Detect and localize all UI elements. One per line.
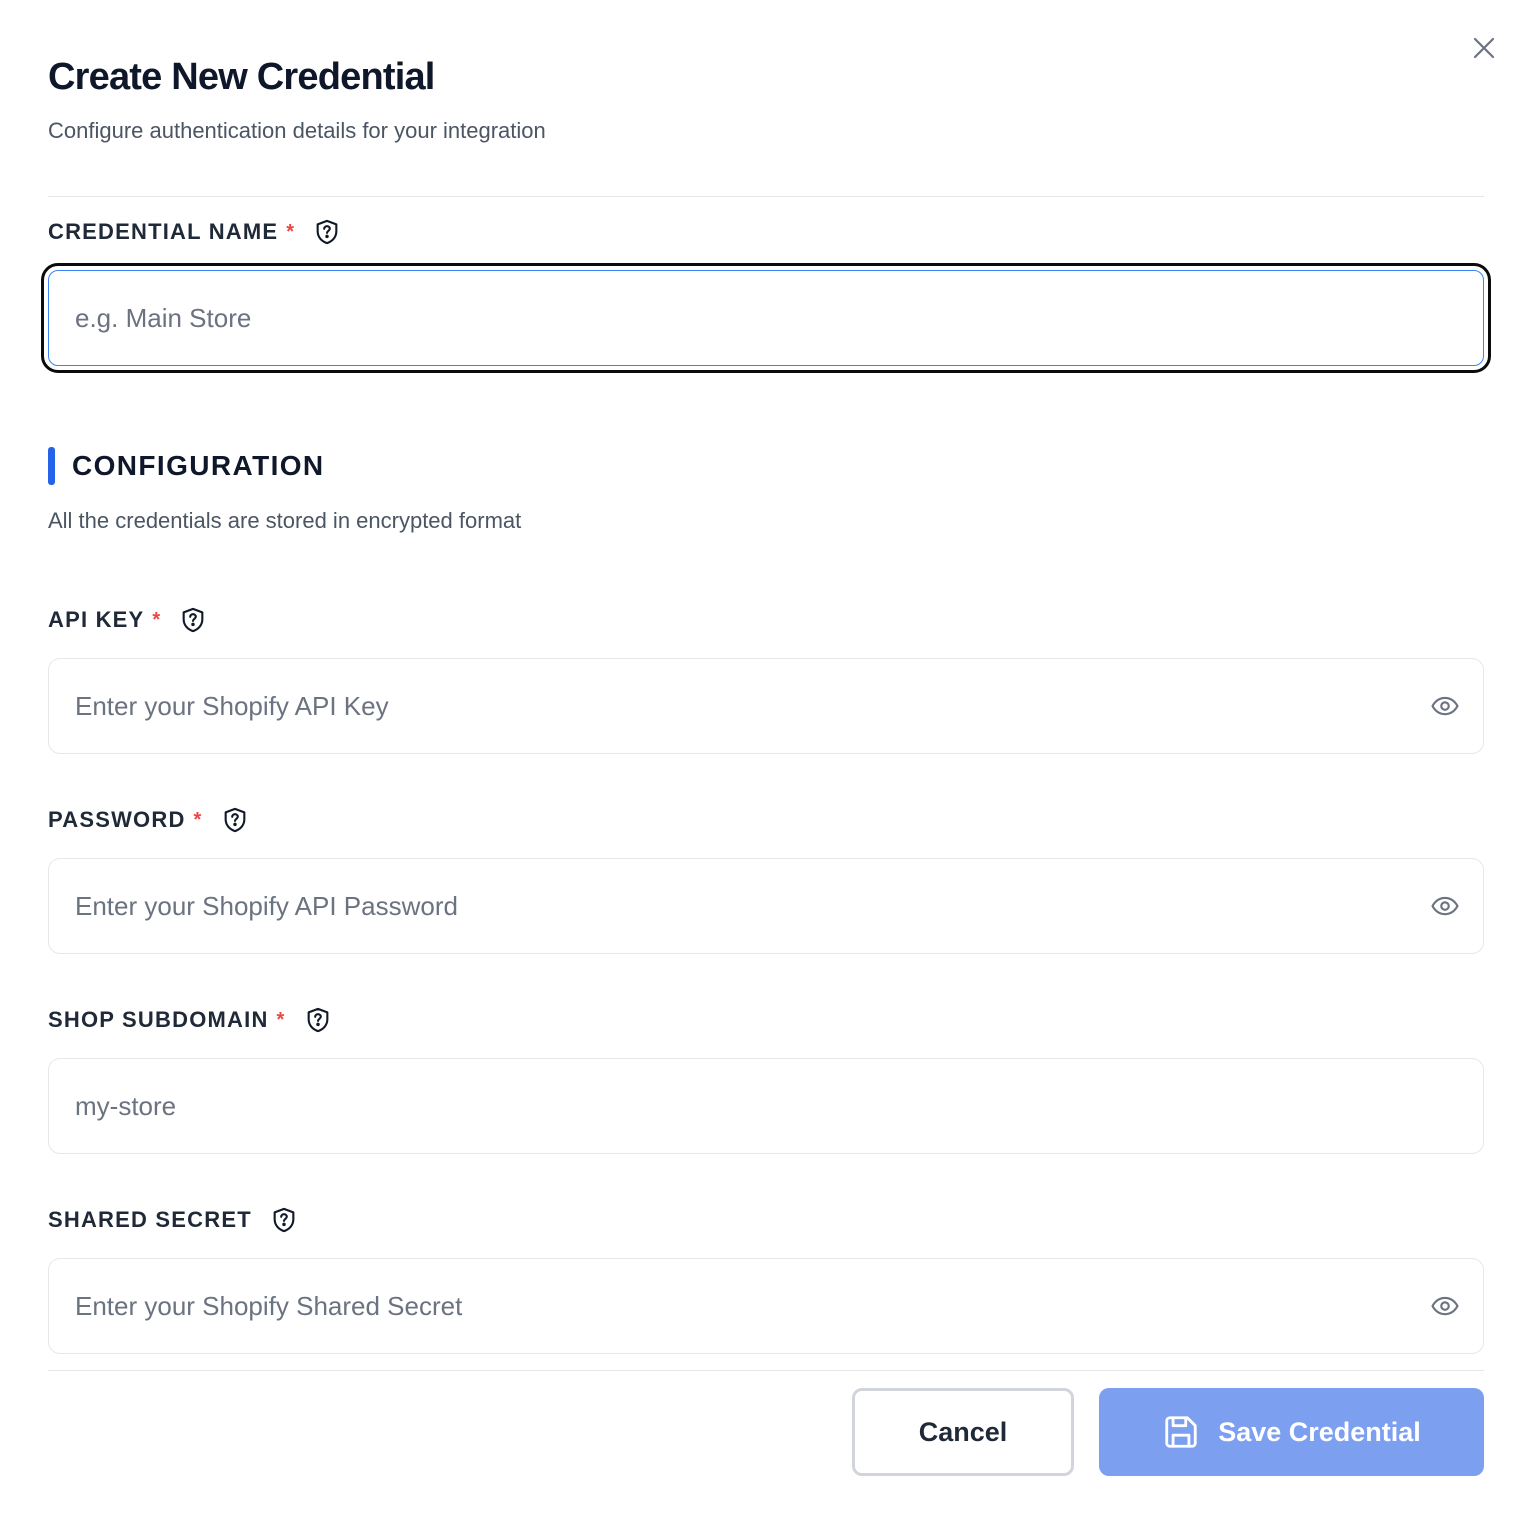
eye-icon[interactable] — [1429, 1290, 1461, 1322]
shared-secret-input-wrapper — [48, 1258, 1484, 1354]
save-credential-button[interactable]: Save Credential — [1099, 1388, 1484, 1476]
shop-subdomain-label-text: SHOP SUBDOMAIN — [48, 1007, 269, 1032]
shop-subdomain-input[interactable] — [49, 1059, 1483, 1153]
save-icon — [1162, 1413, 1200, 1451]
password-label: PASSWORD * — [48, 804, 249, 836]
shop-subdomain-input-wrapper — [48, 1058, 1484, 1154]
api-key-label-text: API KEY — [48, 607, 145, 632]
configuration-description: All the credentials are stored in encryp… — [48, 508, 522, 533]
close-button[interactable] — [1466, 30, 1502, 66]
credential-name-input[interactable] — [49, 271, 1483, 365]
shield-help-icon[interactable] — [304, 1006, 332, 1034]
shared-secret-input[interactable] — [49, 1259, 1483, 1353]
configuration-header: CONFIGURATION — [48, 447, 325, 485]
shared-secret-label: SHARED SECRET — [48, 1204, 298, 1236]
shared-secret-label-text: SHARED SECRET — [48, 1207, 252, 1232]
api-key-input[interactable] — [49, 659, 1483, 753]
credential-name-label: CREDENTIAL NAME * — [48, 216, 341, 248]
required-marker: * — [193, 808, 203, 831]
required-marker: * — [152, 608, 162, 631]
configuration-title: CONFIGURATION — [72, 450, 325, 481]
eye-icon[interactable] — [1429, 690, 1461, 722]
shield-help-icon[interactable] — [313, 218, 341, 246]
password-input-wrapper — [48, 858, 1484, 954]
shield-help-icon[interactable] — [270, 1206, 298, 1234]
modal-title: Create New Credential — [48, 56, 435, 98]
create-credential-modal: Create New Credential Configure authenti… — [0, 0, 1530, 1530]
required-marker: * — [276, 1008, 286, 1031]
api-key-label: API KEY * — [48, 604, 207, 636]
header-divider — [48, 196, 1484, 197]
close-icon — [1473, 37, 1495, 59]
eye-icon[interactable] — [1429, 890, 1461, 922]
password-input[interactable] — [49, 859, 1483, 953]
section-accent-bar — [48, 447, 55, 485]
save-credential-label: Save Credential — [1218, 1416, 1421, 1447]
shield-help-icon[interactable] — [179, 606, 207, 634]
modal-subtitle: Configure authentication details for you… — [48, 118, 546, 143]
shield-help-icon[interactable] — [221, 806, 249, 834]
password-label-text: PASSWORD — [48, 807, 186, 832]
credential-name-label-text: CREDENTIAL NAME — [48, 219, 279, 244]
shop-subdomain-label: SHOP SUBDOMAIN * — [48, 1004, 332, 1036]
credential-name-input-wrapper — [41, 263, 1491, 373]
footer-divider — [48, 1370, 1484, 1371]
required-marker: * — [286, 220, 296, 243]
api-key-input-wrapper — [48, 658, 1484, 754]
cancel-button[interactable]: Cancel — [852, 1388, 1074, 1476]
